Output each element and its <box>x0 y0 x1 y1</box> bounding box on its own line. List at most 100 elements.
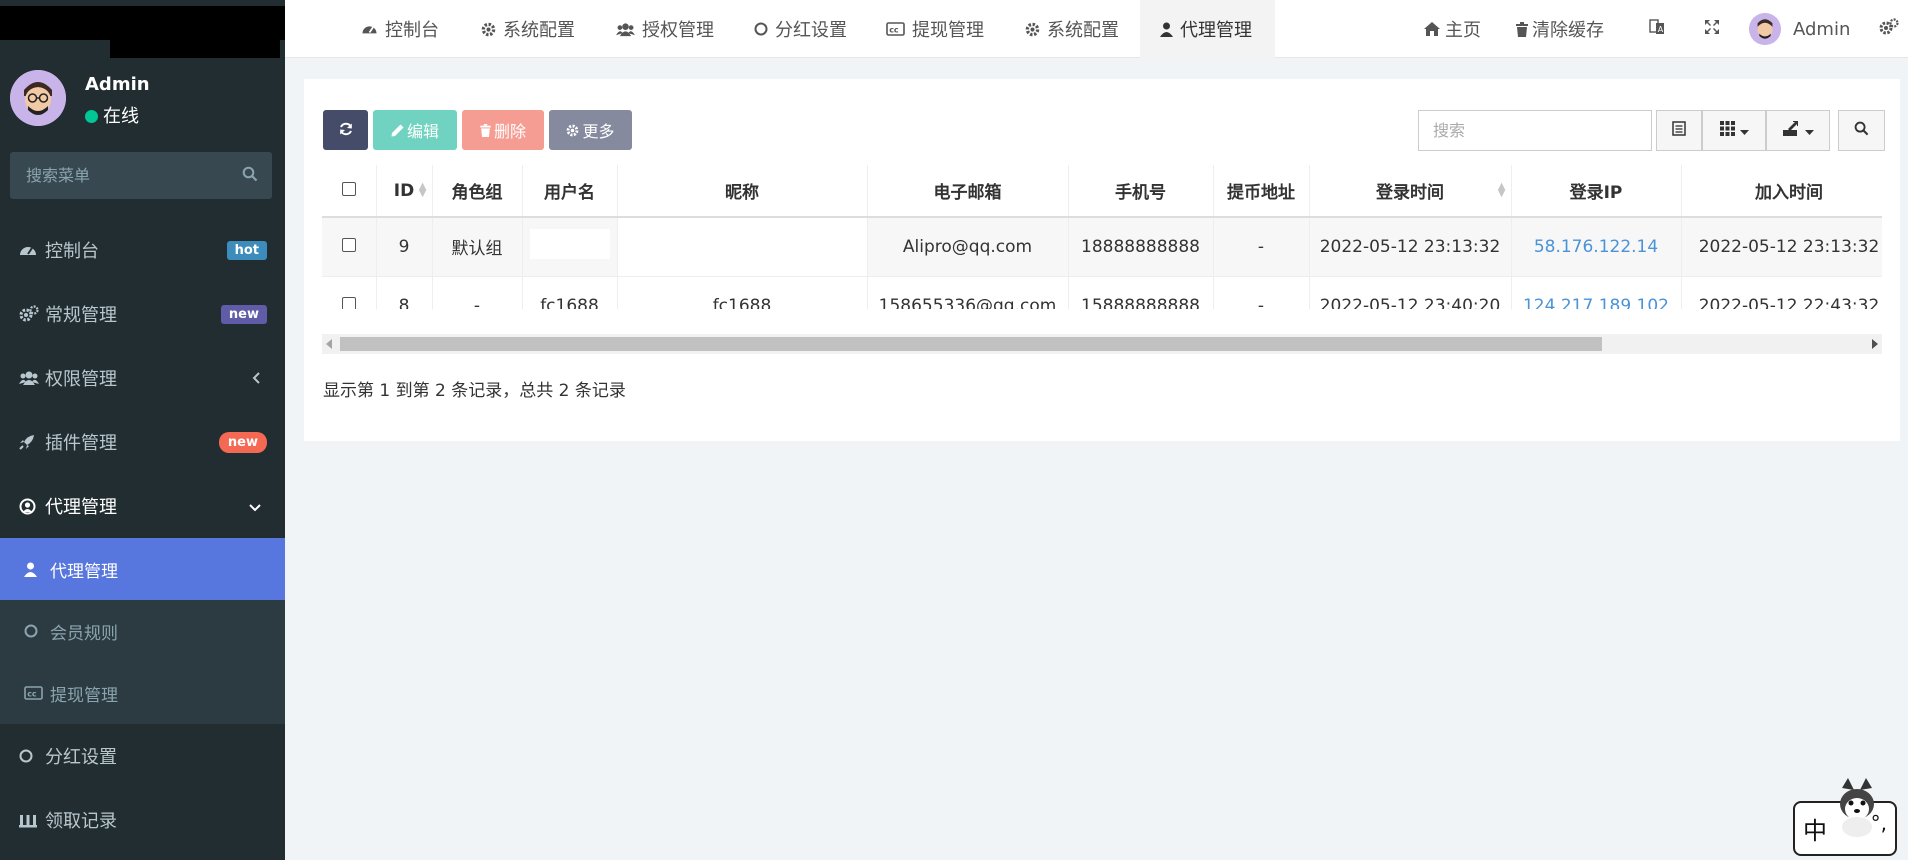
settings-button[interactable] <box>1878 0 1900 58</box>
fullscreen-button[interactable] <box>1704 0 1720 58</box>
table-search-input[interactable] <box>1419 111 1651 150</box>
cell-phone: 18888888888 <box>1068 217 1214 277</box>
gear-icon <box>566 124 579 137</box>
column-header-label: 登录IP <box>1569 183 1623 203</box>
row-select-cell <box>322 276 377 309</box>
sidebar-item-permissions[interactable]: 权限管理 <box>0 346 285 410</box>
column-header-label: 加入时间 <box>1755 183 1823 203</box>
row-select-cell <box>322 217 377 277</box>
column-header-phone: 手机号 <box>1068 165 1214 218</box>
users-icon <box>19 370 45 386</box>
delete-label: 删除 <box>493 122 526 141</box>
tab-label: 代理管理 <box>1180 20 1252 41</box>
tab-label: 系统配置 <box>1047 20 1119 41</box>
content-panel: 编辑 删除 更多 ID▲▼ <box>304 79 1900 441</box>
refresh-button[interactable] <box>323 110 368 150</box>
column-header-username: 用户名 <box>522 165 618 218</box>
rocket-icon <box>19 434 45 450</box>
more-button[interactable]: 更多 <box>549 110 632 150</box>
delete-button[interactable]: 删除 <box>462 110 544 150</box>
select-all-checkbox[interactable] <box>341 181 356 196</box>
translate-button[interactable]: A <box>1649 0 1665 58</box>
sidebar-item-dashboard[interactable]: 控制台 hot <box>0 218 285 282</box>
search-toggle-button[interactable] <box>1838 110 1885 151</box>
horizontal-scrollbar[interactable] <box>322 334 1882 354</box>
new-badge: new <box>218 431 267 453</box>
home-link[interactable]: 主页 <box>1424 0 1481 58</box>
cell-wallet: - <box>1213 276 1310 309</box>
cell-nickname: fc1688 <box>617 276 868 309</box>
cell-login-ip-link[interactable]: 58.176.122.14 <box>1511 217 1682 277</box>
trash-icon <box>480 123 491 137</box>
cell-login-ip-link[interactable]: 124.217.189.102 <box>1511 276 1682 309</box>
tab-dashboard[interactable]: 控制台 <box>361 0 439 58</box>
tab-withdrawals[interactable]: cc 提现管理 <box>886 0 984 58</box>
refresh-icon <box>339 121 353 140</box>
scroll-right-icon[interactable] <box>1872 339 1878 349</box>
column-header-login-time[interactable]: 登录时间 ▲ ▼ <box>1309 165 1512 218</box>
sidebar-subitem-withdrawals[interactable]: cc 提现管理 <box>0 662 285 724</box>
cell-group: 默认组 <box>432 217 523 277</box>
sidebar-item-claim-records[interactable]: 领取记录 <box>0 788 285 852</box>
sidebar-subitem-agents[interactable]: 代理管理 <box>0 538 285 600</box>
cell-email: 158655336@qq.com <box>867 276 1069 309</box>
tab-authorization[interactable]: 授权管理 <box>616 0 714 58</box>
tab-system-config-2[interactable]: 系统配置 <box>1025 0 1119 58</box>
table-row[interactable]: 9 默认组 Alipro@qq.com 18888888888 - 2022-0… <box>322 217 1882 277</box>
cogs-icon <box>1878 17 1900 41</box>
cell-email: Alipro@qq.com <box>867 217 1069 277</box>
sidebar-item-general[interactable]: 常规管理 new <box>0 282 285 346</box>
tab-agent-management[interactable]: 代理管理 <box>1140 0 1275 58</box>
column-header-join-time[interactable]: 加入时间▲▼ <box>1681 165 1882 218</box>
scroll-left-icon[interactable] <box>326 339 332 349</box>
scroll-thumb[interactable] <box>340 337 1602 351</box>
avatar <box>1749 13 1781 45</box>
edit-button[interactable]: 编辑 <box>373 110 457 150</box>
logo-area[interactable] <box>0 0 285 58</box>
column-header-label: 用户名 <box>544 183 595 203</box>
user-name: Admin <box>1793 18 1851 40</box>
sidebar-item-label: 控制台 <box>45 241 99 262</box>
caret-down-icon <box>1739 121 1749 141</box>
sidebar: Admin 在线 控制台 hot 常规管理 new 权限管理 <box>0 0 285 860</box>
column-header-label: 昵称 <box>725 183 759 203</box>
table-row[interactable]: 8 - fc1688 fc1688 158655336@qq.com 15888… <box>322 276 1882 309</box>
search-icon[interactable] <box>242 166 258 187</box>
sidebar-menu: 控制台 hot 常规管理 new 权限管理 插件管理 new 代理管理 代理管理… <box>0 218 285 852</box>
export-dropdown-button[interactable] <box>1766 110 1830 151</box>
sidebar-subitem-member-rules[interactable]: 会员规则 <box>0 600 285 662</box>
sidebar-item-dividends[interactable]: 分红设置 <box>0 724 285 788</box>
cc-icon: cc <box>886 22 905 36</box>
user-menu[interactable]: Admin <box>1749 0 1850 58</box>
ime-language-label[interactable]: 中 <box>1803 811 1827 846</box>
users-icon <box>616 22 635 37</box>
redacted-username <box>529 229 610 260</box>
clear-cache-button[interactable]: 清除缓存 <box>1516 0 1604 58</box>
translate-icon: A <box>1649 18 1665 40</box>
sidebar-search-input[interactable] <box>10 152 235 199</box>
select-all-cell <box>322 165 377 218</box>
row-checkbox[interactable] <box>341 237 356 252</box>
clear-cache-label: 清除缓存 <box>1532 20 1604 41</box>
column-header-label: 角色组 <box>451 183 503 203</box>
tab-label: 授权管理 <box>642 20 714 41</box>
user-status: 在线 <box>85 102 139 128</box>
sidebar-item-agents[interactable]: 代理管理 <box>0 474 285 538</box>
tab-dividend-settings[interactable]: 分红设置 <box>754 0 847 58</box>
cell-id: 8 <box>376 276 433 309</box>
toggle-view-button[interactable] <box>1656 110 1702 151</box>
sidebar-item-plugins[interactable]: 插件管理 new <box>0 410 285 474</box>
top-navbar: 控制台 系统配置 授权管理 分红设置 cc 提现管理 系统配置 代理管理 主页 … <box>285 0 1908 58</box>
sidebar-item-label: 领取记录 <box>45 811 117 832</box>
tab-system-config[interactable]: 系统配置 <box>481 0 575 58</box>
caret-down-icon <box>1804 121 1814 141</box>
svg-text:A: A <box>1658 25 1664 34</box>
column-header-label: ID <box>393 180 415 201</box>
chevron-down-icon <box>249 496 261 517</box>
cell-phone: 15888888888 <box>1068 276 1214 309</box>
row-checkbox[interactable] <box>341 296 356 309</box>
columns-dropdown-button[interactable] <box>1702 110 1766 151</box>
user-icon <box>1160 22 1173 37</box>
column-header-id[interactable]: ID ▲ ▼ <box>376 165 433 218</box>
cell-id: 9 <box>376 217 433 277</box>
